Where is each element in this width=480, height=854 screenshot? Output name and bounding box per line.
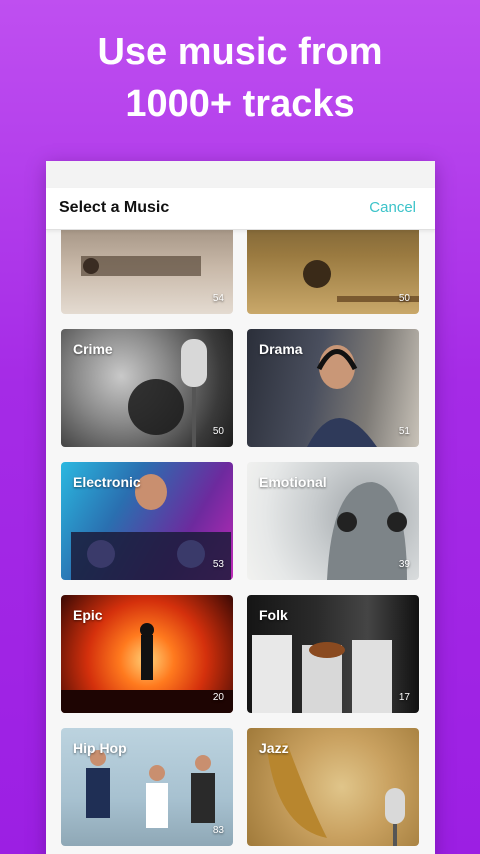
track-count: 20 [212, 692, 224, 703]
category-label: Hip Hop [73, 740, 127, 756]
cancel-button[interactable]: Cancel [369, 199, 416, 216]
track-count: 39 [398, 559, 410, 570]
category-label: Drama [259, 341, 303, 357]
category-artwork [247, 230, 419, 314]
category-card-jazz[interactable]: Jazz [247, 728, 419, 846]
category-artwork [61, 230, 233, 314]
category-card-hip-hop[interactable]: Hip Hop 83 [61, 728, 233, 846]
phone-screen: Select a Music Cancel 54 50 Crime 50 Dra… [46, 161, 435, 854]
category-label: Electronic [73, 474, 141, 490]
category-card[interactable]: 50 [247, 230, 419, 314]
category-label: Jazz [259, 740, 289, 756]
category-label: Epic [73, 607, 103, 623]
dialog-header: Select a Music Cancel [46, 188, 435, 230]
category-card-epic[interactable]: Epic 20 [61, 595, 233, 713]
promo-line-1: Use music from [97, 31, 383, 73]
category-card-emotional[interactable]: Emotional 39 [247, 462, 419, 580]
category-label: Crime [73, 341, 113, 357]
track-count: 51 [398, 426, 410, 437]
category-card[interactable]: 54 [61, 230, 233, 314]
status-bar [46, 161, 435, 188]
track-count: 53 [212, 559, 224, 570]
music-category-grid[interactable]: 54 50 Crime 50 Drama 51 Electronic 53 Em… [46, 230, 435, 854]
category-card-electronic[interactable]: Electronic 53 [61, 462, 233, 580]
track-count: 50 [212, 426, 224, 437]
promo-headline: Use music from 1000+ tracks [0, 26, 480, 130]
category-label: Folk [259, 607, 288, 623]
track-count: 83 [212, 825, 224, 836]
track-count: 54 [212, 293, 224, 304]
category-label: Emotional [259, 474, 327, 490]
category-card-crime[interactable]: Crime 50 [61, 329, 233, 447]
track-count: 17 [398, 692, 410, 703]
category-card-folk[interactable]: Folk 17 [247, 595, 419, 713]
category-card-drama[interactable]: Drama 51 [247, 329, 419, 447]
promo-line-2: 1000+ tracks [125, 83, 355, 125]
dialog-title: Select a Music [59, 199, 170, 216]
track-count: 50 [398, 293, 410, 304]
